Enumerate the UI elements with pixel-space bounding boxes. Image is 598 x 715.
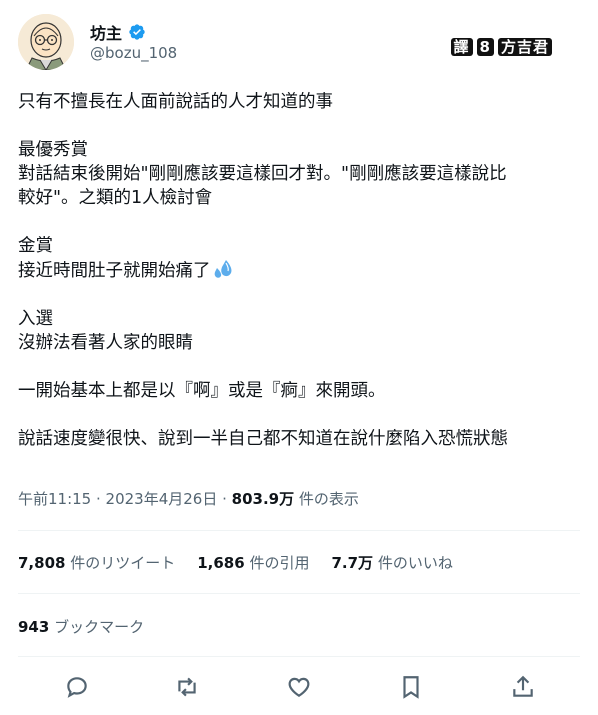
- translator-watermark: 譯 8 方吉君: [449, 36, 554, 57]
- engagement-stats: 7,808 件のリツイート 1,686 件の引用 7.7万 件のいいね: [18, 552, 453, 573]
- share-icon[interactable]: [510, 674, 536, 700]
- sweat-droplets-icon: [214, 260, 231, 278]
- award-1-title: 最優秀賞: [18, 140, 88, 160]
- quote-stat[interactable]: 1,686 件の引用: [197, 552, 309, 573]
- verified-badge-icon: [129, 24, 145, 40]
- tweet-timestamp[interactable]: 午前11:15 · 2023年4月26日 ·: [18, 490, 232, 508]
- tweet-paragraph-2: 說話速度變很快、說到一半自己都不知道在說什麼陷入恐慌狀態: [18, 429, 508, 449]
- reply-icon[interactable]: [64, 674, 90, 700]
- tweet-text: 只有不擅長在人面前說話的人才知道的事 最優秀賞 對話結束後開始"剛剛應該要這樣回…: [18, 90, 588, 451]
- divider: [18, 593, 580, 594]
- retweet-stat[interactable]: 7,808 件のリツイート: [18, 552, 175, 573]
- divider: [18, 656, 580, 657]
- tweet-paragraph-1: 一開始基本上都是以『啊』或是『痾』來開頭。: [18, 381, 386, 401]
- retweet-icon[interactable]: [174, 674, 200, 700]
- bookmark-stat[interactable]: 943 ブックマーク: [18, 616, 144, 637]
- display-name[interactable]: 坊主: [90, 20, 122, 44]
- view-count: 803.9万: [231, 490, 295, 508]
- award-1-line-1: 對話結束後開始"剛剛應該要這樣回才對。"剛剛應該要這樣說比: [18, 164, 507, 184]
- watermark-suffix: 方吉君: [497, 38, 552, 56]
- tweet-line-intro: 只有不擅長在人面前說話的人才知道的事: [18, 92, 333, 112]
- award-3-title: 入選: [18, 309, 53, 329]
- action-bar: [18, 668, 580, 708]
- watermark-badge: 8: [476, 38, 494, 56]
- avatar[interactable]: [18, 14, 74, 70]
- avatar-illustration: [18, 14, 74, 70]
- tweet-header: 坊主 @bozu_108 譯 8 方吉君: [18, 14, 578, 70]
- award-2-line: 接近時間肚子就開始痛了: [18, 258, 588, 283]
- like-icon[interactable]: [286, 674, 312, 700]
- award-3-text: 沒辦法看著人家的眼睛: [18, 333, 193, 353]
- watermark-prefix: 譯: [450, 38, 473, 56]
- award-2-title: 金賞: [18, 236, 53, 256]
- divider: [18, 530, 580, 531]
- like-stat[interactable]: 7.7万 件のいいね: [331, 552, 452, 573]
- view-count-label: 件の表示: [294, 490, 359, 508]
- award-2-text: 接近時間肚子就開始痛了: [18, 261, 211, 281]
- tweet-meta: 午前11:15 · 2023年4月26日 · 803.9万 件の表示: [18, 488, 359, 509]
- award-1-line-2: 較好"。之類的1人檢討會: [18, 188, 213, 208]
- user-handle[interactable]: @bozu_108: [90, 44, 177, 62]
- bookmark-icon[interactable]: [398, 674, 424, 700]
